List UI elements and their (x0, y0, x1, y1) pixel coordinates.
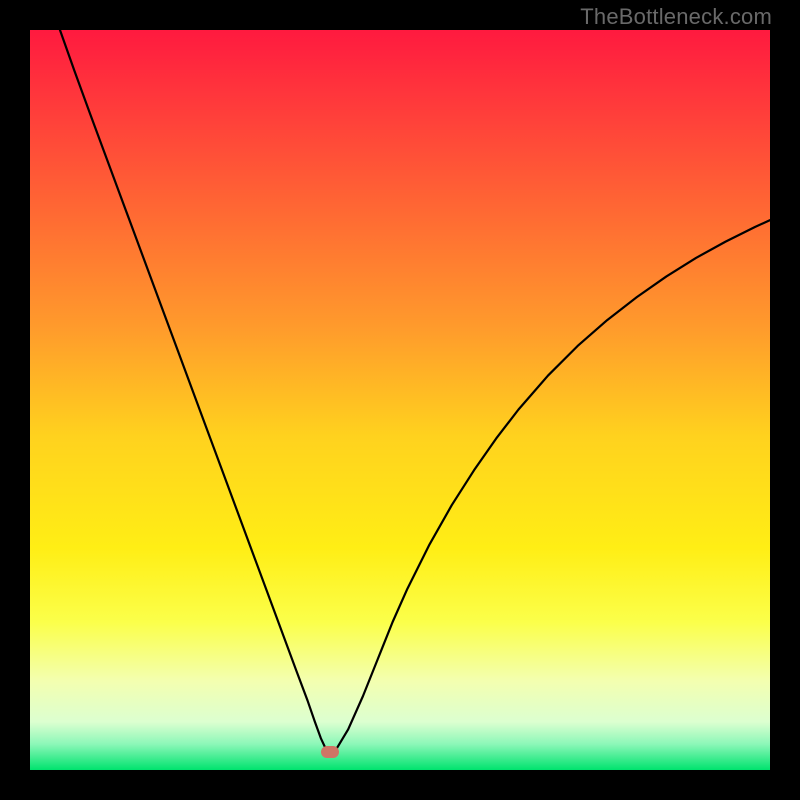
watermark-text: TheBottleneck.com (580, 4, 772, 30)
chart-svg (30, 30, 770, 770)
gradient-background (30, 30, 770, 770)
optimum-marker (321, 746, 339, 758)
plot-area (30, 30, 770, 770)
chart-frame: TheBottleneck.com (0, 0, 800, 800)
